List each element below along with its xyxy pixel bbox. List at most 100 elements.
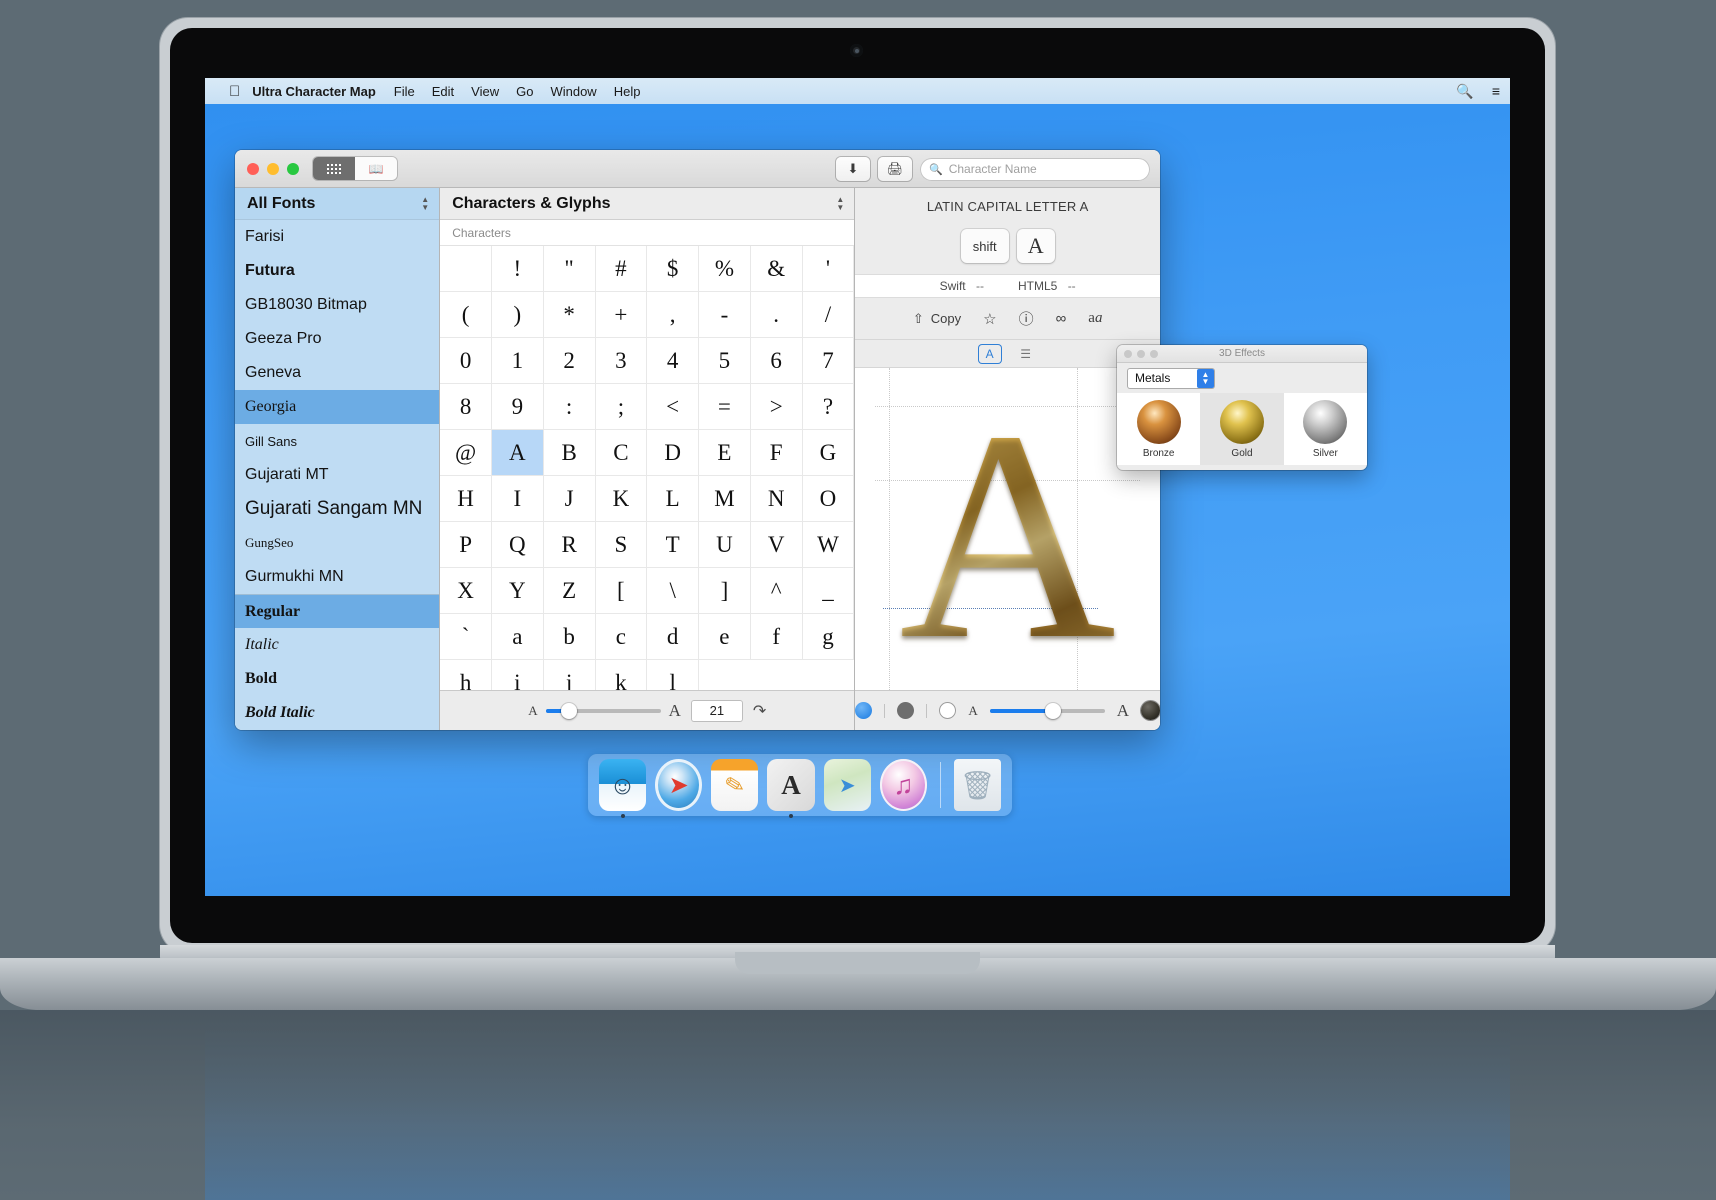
font-face-italic[interactable]: Italic — [235, 628, 439, 662]
character-cell[interactable]: > — [750, 384, 803, 430]
spotlight-search-icon[interactable]: 🔍 — [1456, 83, 1473, 100]
chevron-updown-icon[interactable]: ▲ ▼ — [421, 195, 429, 212]
share-network-icon[interactable]: ∞ — [1056, 310, 1067, 327]
character-cell[interactable]: K — [595, 476, 648, 522]
character-cell[interactable]: , — [647, 292, 700, 338]
character-cell[interactable]: " — [543, 246, 596, 292]
character-cell[interactable]: + — [595, 292, 648, 338]
character-cell[interactable]: $ — [647, 246, 700, 292]
character-cell[interactable]: . — [750, 292, 803, 338]
fx-minimize-button[interactable] — [1137, 349, 1145, 358]
print-icon[interactable]: 🖨 — [878, 157, 912, 181]
minimize-button[interactable] — [267, 162, 279, 175]
character-cell[interactable]: X — [440, 568, 492, 614]
font-list-item-gb18030[interactable]: GB18030 Bitmap — [235, 288, 439, 322]
menu-item-edit[interactable]: Edit — [432, 84, 454, 99]
font-list-item-gungseo[interactable]: GungSeo — [235, 526, 439, 560]
character-cell[interactable]: - — [699, 292, 751, 338]
window-titlebar[interactable]: 📖 ⬇ 🖨 🔍 — [235, 150, 1160, 188]
dock-item-fontbook[interactable]: A — [767, 759, 815, 818]
character-cell[interactable]: ] — [699, 568, 751, 614]
character-cell[interactable]: g — [802, 614, 855, 660]
character-cell[interactable]: W — [802, 522, 855, 568]
metal-3d-swatch-button[interactable] — [1141, 701, 1160, 720]
book-icon[interactable]: 📖 — [355, 157, 397, 180]
font-list-item-georgia[interactable]: Georgia — [235, 390, 440, 424]
character-cell[interactable]: 2 — [543, 338, 596, 384]
size-slider-knob[interactable] — [560, 702, 577, 719]
character-cell[interactable]: e — [699, 614, 751, 660]
search-field[interactable]: 🔍 — [920, 157, 1150, 181]
character-cell[interactable] — [440, 246, 492, 292]
menu-item-help[interactable]: Help — [614, 84, 641, 99]
dock-item-safari[interactable]: ➤ — [655, 759, 703, 811]
font-list-item-gurmukhi-mn[interactable]: Gurmukhi MN — [235, 560, 439, 594]
reset-arrow-icon[interactable]: ↷ — [753, 701, 766, 721]
character-cell[interactable]: @ — [440, 430, 492, 476]
characters-title-row[interactable]: Characters & Glyphs ▲ ▼ — [440, 188, 855, 220]
dock-item-trash[interactable]: 🗑 — [953, 759, 1001, 811]
boxed-A-icon[interactable]: A — [979, 345, 1001, 363]
menu-item-window[interactable]: Window — [550, 84, 596, 99]
character-cell[interactable]: 9 — [491, 384, 544, 430]
character-cell[interactable]: [ — [595, 568, 648, 614]
character-cell[interactable]: 8 — [440, 384, 492, 430]
character-cell[interactable]: ` — [440, 614, 492, 660]
size-value-field[interactable]: 21 — [690, 699, 743, 722]
character-cell[interactable]: Q — [491, 522, 544, 568]
character-cell[interactable]: * — [543, 292, 596, 338]
character-cell[interactable]: _ — [802, 568, 855, 614]
character-cell[interactable]: S — [595, 522, 648, 568]
character-cell[interactable]: ( — [440, 292, 492, 338]
notification-list-icon[interactable]: ≡ — [1492, 83, 1500, 99]
chevron-updown-icon-3[interactable]: ▲ ▼ — [1197, 368, 1214, 388]
blue-bg-button[interactable] — [855, 702, 873, 719]
dark-bg-button[interactable] — [897, 702, 915, 719]
menu-app-name[interactable]: Ultra Character Map — [252, 84, 376, 99]
character-cell[interactable]: B — [543, 430, 596, 476]
star-icon[interactable]: ☆ — [983, 310, 996, 328]
search-input[interactable] — [948, 162, 1141, 176]
character-cell[interactable]: % — [699, 246, 751, 292]
character-cell[interactable]: ^ — [750, 568, 803, 614]
character-cell[interactable]: N — [750, 476, 803, 522]
character-cell[interactable]: j — [544, 660, 596, 690]
download-icon[interactable]: ⬇ — [836, 157, 870, 181]
character-cell[interactable]: T — [647, 522, 700, 568]
character-cell[interactable]: f — [750, 614, 803, 660]
character-cell[interactable]: d — [647, 614, 700, 660]
character-cell[interactable]: ? — [802, 384, 855, 430]
character-cell[interactable]: V — [750, 522, 803, 568]
dock-item-finder[interactable]: ☺ — [599, 759, 647, 818]
dock-item-pages[interactable]: ✏ — [711, 759, 759, 811]
fx-item-silver[interactable]: Silver — [1283, 393, 1367, 465]
character-cell[interactable]: R — [543, 522, 596, 568]
font-list-item-futura[interactable]: Futura — [235, 254, 439, 288]
character-cell[interactable]: D — [647, 430, 700, 476]
character-cell[interactable]: = — [699, 384, 751, 430]
character-cell[interactable]: Z — [543, 568, 596, 614]
sidebar-title-row[interactable]: All Fonts ▲ ▼ — [235, 188, 440, 220]
character-cell[interactable]: ) — [491, 292, 544, 338]
character-cell[interactable]: I — [491, 476, 544, 522]
character-cell[interactable]: 6 — [750, 338, 803, 384]
chevron-updown-icon-2[interactable]: ▲ ▼ — [836, 195, 844, 212]
size-slider[interactable] — [545, 702, 661, 719]
fx-close-button[interactable] — [1124, 349, 1132, 358]
font-list-item-farisi[interactable]: Farisi — [235, 220, 439, 254]
copy-button[interactable]: ⇧ Copy — [913, 311, 961, 327]
character-cell[interactable]: E — [699, 430, 751, 476]
character-cell[interactable]: P — [440, 522, 492, 568]
fx-item-gold[interactable]: Gold — [1200, 393, 1284, 465]
character-cell[interactable]: 7 — [802, 338, 855, 384]
character-cell[interactable]: 0 — [440, 338, 492, 384]
fx-panel-titlebar[interactable]: 3D Effects — [1117, 345, 1367, 363]
character-cell[interactable]: < — [647, 384, 700, 430]
character-cell[interactable]: k — [596, 660, 648, 690]
character-grid[interactable]: ! " # $% & ' () * +, -./ 0 1 2 3 4 5 6 7 8 9:; < = >? @ A B C D E F G H… — [440, 246, 855, 690]
fx-item-bronze[interactable]: Bronze — [1117, 393, 1201, 465]
character-cell[interactable]: F — [750, 430, 803, 476]
character-cell[interactable]: 1 — [491, 338, 544, 384]
character-cell[interactable]: 3 — [595, 338, 648, 384]
grid-icon[interactable] — [313, 157, 355, 180]
